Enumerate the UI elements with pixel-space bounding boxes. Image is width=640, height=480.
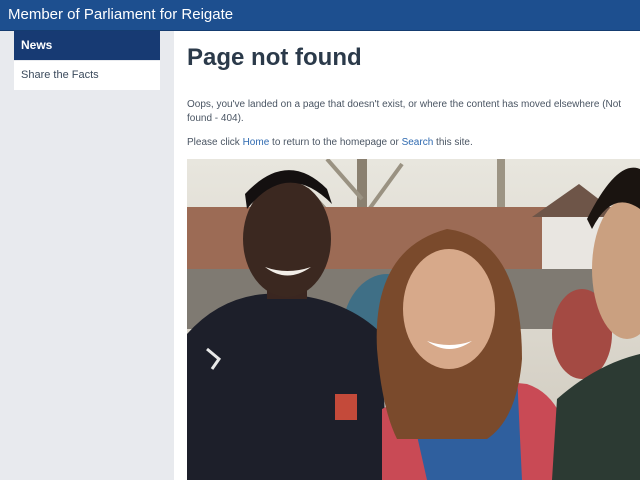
- sidebar-item-news[interactable]: News: [14, 31, 160, 60]
- photo-man-jacket: [187, 293, 387, 480]
- help-prefix: Please click: [187, 137, 243, 148]
- search-link[interactable]: Search: [402, 137, 434, 148]
- help-suffix: this site.: [433, 137, 473, 148]
- site-header: Member of Parliament for Reigate: [0, 0, 640, 31]
- sidebar: News Share the Facts: [0, 31, 174, 480]
- help-text: Please click Home to return to the homep…: [187, 136, 633, 150]
- help-middle: to return to the homepage or: [269, 137, 402, 148]
- sidebar-item-share-the-facts[interactable]: Share the Facts: [14, 61, 160, 90]
- error-message: Oops, you've landed on a page that doesn…: [187, 99, 622, 124]
- hero-photo: [187, 159, 640, 480]
- photo-crest: [335, 394, 357, 420]
- photo-woman-face: [403, 249, 495, 369]
- photo-illustration: [187, 159, 640, 480]
- page-title: Page not found: [187, 44, 362, 71]
- site-title-link[interactable]: Member of Parliament for Reigate: [8, 6, 233, 24]
- main-content: Page not found Oops, you've landed on a …: [174, 31, 640, 480]
- home-link[interactable]: Home: [243, 137, 270, 148]
